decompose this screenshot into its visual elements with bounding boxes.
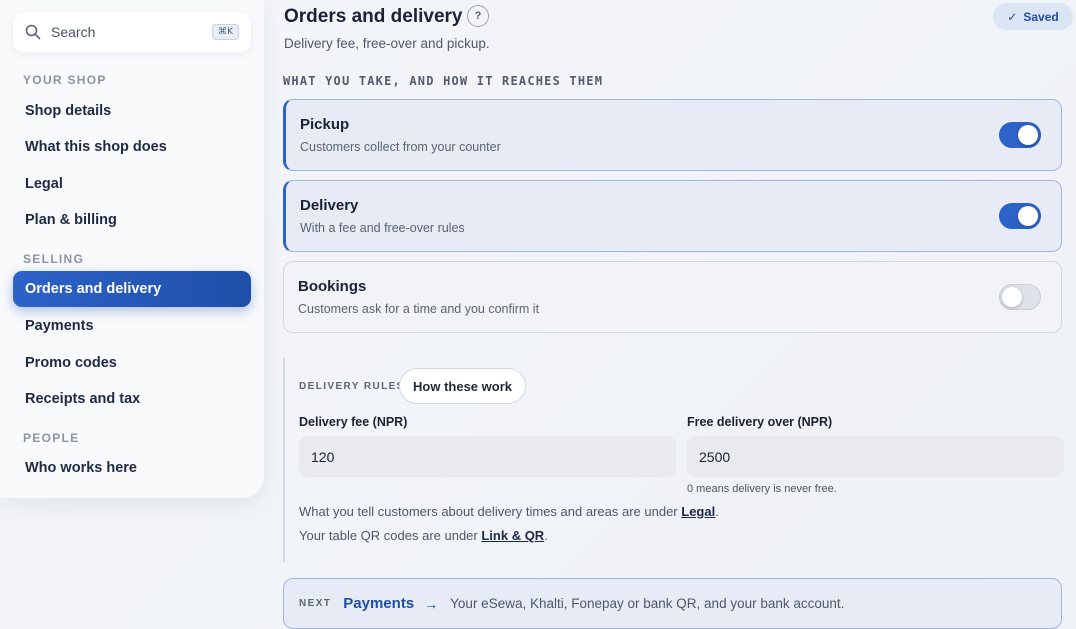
- sidebar-item-legal[interactable]: Legal: [13, 166, 251, 202]
- sidebar-item-what-this-shop-does[interactable]: What this shop does: [13, 129, 251, 165]
- option-title: Bookings: [298, 278, 367, 295]
- delivery-toggle[interactable]: [999, 203, 1041, 229]
- sidebar-item-payments[interactable]: Payments: [13, 308, 251, 344]
- page-title: Orders and delivery: [284, 6, 463, 27]
- toggle-knob: [1002, 287, 1022, 307]
- section-label-people: PEOPLE: [23, 431, 80, 445]
- how-these-work-button[interactable]: How these work: [399, 368, 526, 404]
- option-card-pickup[interactable]: Pickup Customers collect from your count…: [283, 99, 1062, 171]
- free-over-label: Free delivery over (NPR): [687, 415, 833, 429]
- sidebar-item-plan-billing[interactable]: Plan & billing: [13, 202, 251, 238]
- delivery-rules-label: DELIVERY RULES: [299, 381, 405, 392]
- search-icon: [25, 24, 41, 40]
- next-step-bar[interactable]: NEXT Payments → Your eSewa, Khalti, Fone…: [283, 578, 1062, 629]
- section-label-your-shop: YOUR SHOP: [23, 73, 107, 87]
- option-desc: Customers ask for a time and you confirm…: [298, 302, 540, 316]
- saved-badge: ✓ Saved: [993, 3, 1073, 30]
- next-desc: Your eSewa, Khalti, Fonepay or bank QR, …: [450, 596, 845, 611]
- search-label: Search: [51, 24, 96, 40]
- link-qr-link[interactable]: Link & QR: [481, 528, 544, 543]
- options-group-label: WHAT YOU TAKE, AND HOW IT REACHES THEM: [283, 74, 604, 88]
- next-tag: NEXT: [299, 598, 332, 609]
- saved-label: Saved: [1023, 9, 1059, 24]
- check-icon: ✓: [1007, 9, 1018, 24]
- qr-note: Your table QR codes are under Link & QR.: [299, 528, 548, 543]
- sidebar: Search ⌘K YOUR SHOP Shop details What th…: [0, 0, 264, 498]
- legal-note-suffix: .: [715, 504, 719, 519]
- search-box[interactable]: Search ⌘K: [13, 12, 251, 52]
- sidebar-item-orders-and-delivery[interactable]: Orders and delivery: [13, 271, 251, 307]
- qr-note-suffix: .: [544, 528, 548, 543]
- option-title: Delivery: [300, 197, 359, 214]
- arrow-right-icon: →: [424, 595, 439, 612]
- sidebar-item-shop-details[interactable]: Shop details: [13, 93, 251, 129]
- qr-note-text: Your table QR codes are under: [299, 528, 482, 543]
- bookings-toggle[interactable]: [999, 284, 1041, 310]
- option-desc: Customers collect from your counter: [300, 140, 501, 154]
- option-card-bookings[interactable]: Bookings Customers ask for a time and yo…: [283, 261, 1062, 333]
- pickup-toggle[interactable]: [999, 122, 1041, 148]
- toggle-knob: [1018, 206, 1038, 226]
- sidebar-item-promo-codes[interactable]: Promo codes: [13, 345, 251, 381]
- toggle-knob: [1018, 125, 1038, 145]
- free-over-input[interactable]: 2500: [687, 436, 1064, 477]
- option-title: Pickup: [300, 116, 350, 133]
- sidebar-item-who-works-here[interactable]: Who works here: [13, 450, 251, 486]
- page-subtitle: Delivery fee, free-over and pickup.: [284, 36, 490, 51]
- legal-link[interactable]: Legal: [681, 504, 715, 519]
- legal-note-text: What you tell customers about delivery t…: [299, 504, 682, 519]
- section-label-selling: SELLING: [23, 252, 85, 266]
- free-over-hint: 0 means delivery is never free.: [687, 483, 837, 495]
- legal-note: What you tell customers about delivery t…: [299, 504, 719, 519]
- option-card-delivery[interactable]: Delivery With a fee and free-over rules: [283, 180, 1062, 252]
- option-desc: With a fee and free-over rules: [300, 221, 465, 235]
- sidebar-item-receipts-and-tax[interactable]: Receipts and tax: [13, 381, 251, 417]
- search-shortcut: ⌘K: [212, 24, 239, 40]
- next-payments-link[interactable]: Payments: [343, 595, 414, 612]
- delivery-fee-input[interactable]: 120: [299, 436, 676, 477]
- help-icon[interactable]: ?: [467, 5, 489, 27]
- delivery-rules-section: DELIVERY RULES How these work Delivery f…: [283, 358, 1064, 562]
- delivery-fee-label: Delivery fee (NPR): [299, 415, 408, 429]
